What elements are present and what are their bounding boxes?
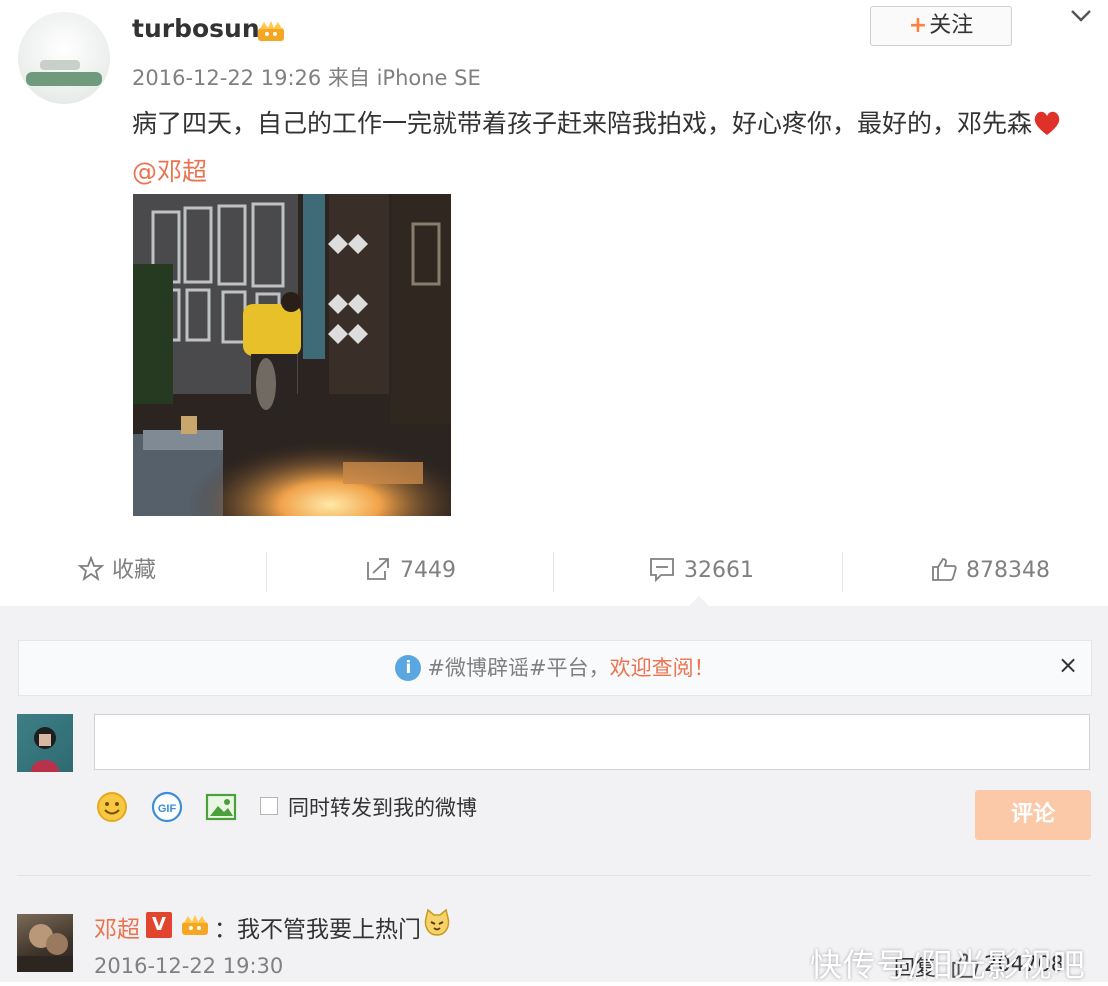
author-avatar[interactable] [18, 12, 110, 104]
thumbs-up-icon [932, 558, 957, 581]
divider [17, 875, 1091, 876]
verified-badge: V [146, 912, 172, 938]
chevron-down-icon[interactable] [1068, 6, 1094, 26]
star-icon [77, 555, 105, 582]
notice-link[interactable]: 欢迎查阅 [610, 656, 694, 680]
repost-icon [367, 558, 389, 580]
heart-emoji-icon [1034, 111, 1060, 135]
comment-input[interactable] [94, 714, 1090, 770]
notice-text[interactable]: #微博辟谣#平台， [427, 656, 609, 680]
author-username[interactable]: turbosun [132, 14, 260, 43]
follow-button[interactable]: +关注 [870, 6, 1012, 46]
svg-text:GIF: GIF [158, 803, 177, 815]
repost-checkbox-label[interactable]: 同时转发到我的微博 [288, 792, 477, 822]
comment-text: ：我不管我要上热门 [214, 917, 421, 943]
watermark: 快传号/阳光影视吧 [810, 946, 1086, 984]
vip-crown-icon [258, 21, 284, 41]
image-icon[interactable] [204, 790, 238, 824]
current-user-avatar [17, 714, 73, 772]
gif-icon[interactable]: GIF [150, 790, 184, 824]
close-icon[interactable]: × [1056, 652, 1080, 678]
comment-time: 2016-12-22 19:30 [94, 954, 284, 978]
commenter-avatar[interactable] [17, 914, 73, 972]
plus-icon: + [908, 13, 928, 38]
submit-comment-button[interactable]: 评论 [975, 790, 1091, 840]
post-photo[interactable] [133, 194, 451, 516]
favorite-button[interactable]: 收藏 [77, 536, 156, 606]
like-button[interactable]: 878348 [930, 536, 1050, 606]
repost-checkbox[interactable] [260, 797, 278, 815]
action-bar: 收藏 7449 32661 878348 [0, 536, 1108, 606]
comment-icon [650, 558, 674, 583]
post-meta: 2016-12-22 19:26 来自 iPhone SE [132, 66, 481, 90]
info-icon: i [395, 655, 422, 681]
cat-face-emoji-icon [424, 908, 450, 936]
vip-crown-icon [182, 915, 208, 935]
rumor-notice-banner: i #微博辟谣#平台，欢迎查阅！ [18, 640, 1092, 696]
mention-link[interactable]: @邓超 [132, 157, 207, 186]
post-text: 病了四天，自己的工作一完就带着孩子赶来陪我拍戏，好心疼你，最好的，邓先森@邓超 [132, 100, 1082, 196]
commenter-name[interactable]: 邓超 [94, 910, 140, 944]
emoji-smile-icon[interactable] [95, 790, 129, 824]
repost-button[interactable]: 7449 [364, 536, 456, 606]
